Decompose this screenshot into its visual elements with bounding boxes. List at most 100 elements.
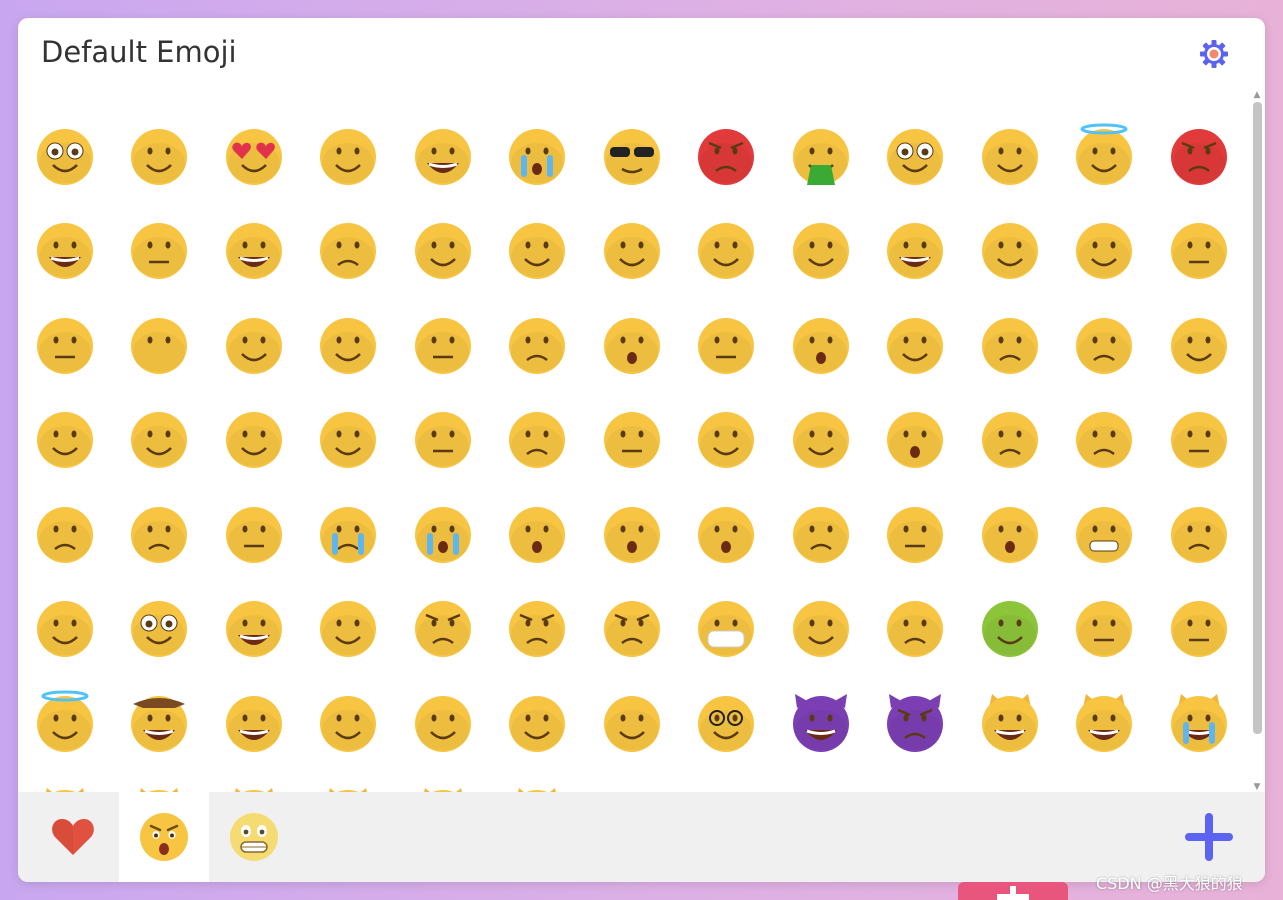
emoji-smirk[interactable] (786, 403, 856, 473)
emoji-star-struck[interactable] (880, 214, 950, 284)
emoji-cat[interactable] (124, 781, 194, 792)
emoji-angry-red[interactable] (1164, 120, 1234, 190)
emoji-laughing-tears[interactable] (219, 214, 289, 284)
emoji-grimacing[interactable] (1069, 498, 1139, 568)
emoji-persevering[interactable] (1164, 403, 1234, 473)
emoji-cat-tears[interactable] (1164, 687, 1234, 757)
emoji-anxious-sweat[interactable] (1164, 498, 1234, 568)
emoji-angry-small[interactable] (502, 592, 572, 662)
emoji-heart-eyes-cat[interactable] (30, 781, 100, 792)
emoji-halo[interactable] (30, 687, 100, 757)
emoji-flushed-wide-eyes[interactable] (30, 120, 100, 190)
emoji-angry-devil[interactable] (880, 687, 950, 757)
scrollbar-thumb[interactable] (1253, 102, 1262, 734)
emoji-fearful[interactable] (691, 498, 761, 568)
floating-add-button[interactable] (958, 882, 1068, 900)
emoji-hushed[interactable] (597, 309, 667, 379)
emoji-confounded[interactable] (408, 309, 478, 379)
emoji-happy-wide-eyes[interactable] (880, 120, 950, 190)
emoji-nerd[interactable] (691, 687, 761, 757)
emoji-clown[interactable] (219, 687, 289, 757)
emoji-cat[interactable] (219, 781, 289, 792)
emoji-frowning-open[interactable] (502, 498, 572, 568)
emoji-small-neutral[interactable] (880, 498, 950, 568)
emoji-kissing[interactable] (502, 214, 572, 284)
emoji-zipper-mouth[interactable] (691, 309, 761, 379)
emoji-person[interactable] (880, 781, 950, 792)
emoji-anguished[interactable] (597, 498, 667, 568)
emoji-slight-smile[interactable] (691, 214, 761, 284)
emoji-slight-smile[interactable] (124, 120, 194, 190)
emoji-frowning[interactable] (313, 214, 383, 284)
emoji-slight-smile[interactable] (691, 403, 761, 473)
emoji-laugh[interactable] (408, 120, 478, 190)
add-button[interactable] (1178, 806, 1240, 868)
tab-grinning[interactable] (209, 792, 299, 882)
emoji-hushed-small[interactable] (786, 309, 856, 379)
emoji-no-mouth[interactable] (124, 309, 194, 379)
emoji-hand-over-mouth[interactable] (502, 687, 572, 757)
emoji-person[interactable] (786, 781, 856, 792)
emoji-worried-small[interactable] (880, 592, 950, 662)
tab-favorites[interactable] (28, 792, 118, 882)
emoji-dizzy[interactable] (313, 592, 383, 662)
emoji-monocle[interactable] (597, 687, 667, 757)
emoji-zany[interactable] (219, 592, 289, 662)
emoji-smirk[interactable] (313, 687, 383, 757)
emoji-slight-smile[interactable] (30, 403, 100, 473)
emoji-drooling[interactable] (219, 403, 289, 473)
emoji-neutral[interactable] (1164, 214, 1234, 284)
emoji-frowning[interactable] (975, 403, 1045, 473)
emoji-thermometer[interactable] (786, 592, 856, 662)
emoji-grinning-cat-smile[interactable] (1069, 687, 1139, 757)
emoji-sneezing[interactable] (1164, 592, 1234, 662)
emoji-raised-eyebrow[interactable] (1069, 214, 1139, 284)
emoji-persevering-small[interactable] (1069, 592, 1139, 662)
emoji-angry-red[interactable] (691, 120, 761, 190)
emoji-tired[interactable] (975, 309, 1045, 379)
emoji-grinning-cat[interactable] (975, 687, 1045, 757)
emoji-confused[interactable] (597, 403, 667, 473)
emoji-sleeping[interactable] (975, 120, 1045, 190)
emoji-person[interactable] (597, 781, 667, 792)
emoji-relieved-closed[interactable] (30, 592, 100, 662)
emoji-cat[interactable] (408, 781, 478, 792)
emoji-sleepy[interactable] (880, 309, 950, 379)
emoji-flushed[interactable] (124, 592, 194, 662)
emoji-neutral[interactable] (124, 214, 194, 284)
emoji-person[interactable] (691, 781, 761, 792)
emoji-crying[interactable] (313, 498, 383, 568)
emoji-thumbs-up[interactable] (1069, 781, 1139, 792)
emoji-rolling-laughing[interactable] (30, 214, 100, 284)
emoji-nauseated[interactable] (975, 592, 1045, 662)
emoji-cat[interactable] (313, 781, 383, 792)
emoji-angry-small[interactable] (408, 592, 478, 662)
emoji-angry[interactable] (597, 592, 667, 662)
emoji-pleading[interactable] (408, 214, 478, 284)
emoji-hushed[interactable] (880, 403, 950, 473)
emoji-relieved[interactable] (1164, 309, 1234, 379)
emoji-slight-smile[interactable] (124, 403, 194, 473)
emoji-hugging[interactable] (786, 214, 856, 284)
scroll-down-arrow-icon[interactable]: ▼ (1252, 782, 1262, 792)
emoji-vomiting[interactable] (786, 120, 856, 190)
emoji-rolling-eyes[interactable] (219, 309, 289, 379)
emoji-unamused[interactable] (408, 403, 478, 473)
emoji-smirk[interactable] (313, 309, 383, 379)
emoji-cowboy[interactable] (124, 687, 194, 757)
tab-smileys[interactable] (119, 792, 209, 882)
emoji-weary[interactable] (786, 498, 856, 568)
emoji-worried[interactable] (124, 498, 194, 568)
emoji-loud-crying[interactable] (408, 498, 478, 568)
emoji-medical-mask[interactable] (691, 592, 761, 662)
emoji-sunglasses[interactable] (597, 120, 667, 190)
emoji-slight-smile[interactable] (313, 403, 383, 473)
emoji-cat[interactable] (502, 781, 572, 792)
emoji-blush-smile[interactable] (313, 120, 383, 190)
emoji-smiling-devil[interactable] (786, 687, 856, 757)
scroll-up-arrow-icon[interactable]: ▲ (1252, 90, 1262, 100)
emoji-flexed-arm[interactable] (975, 781, 1045, 792)
emoji-pensive[interactable] (1069, 309, 1139, 379)
emoji-sad-sweat[interactable] (502, 309, 572, 379)
emoji-screaming[interactable] (975, 498, 1045, 568)
